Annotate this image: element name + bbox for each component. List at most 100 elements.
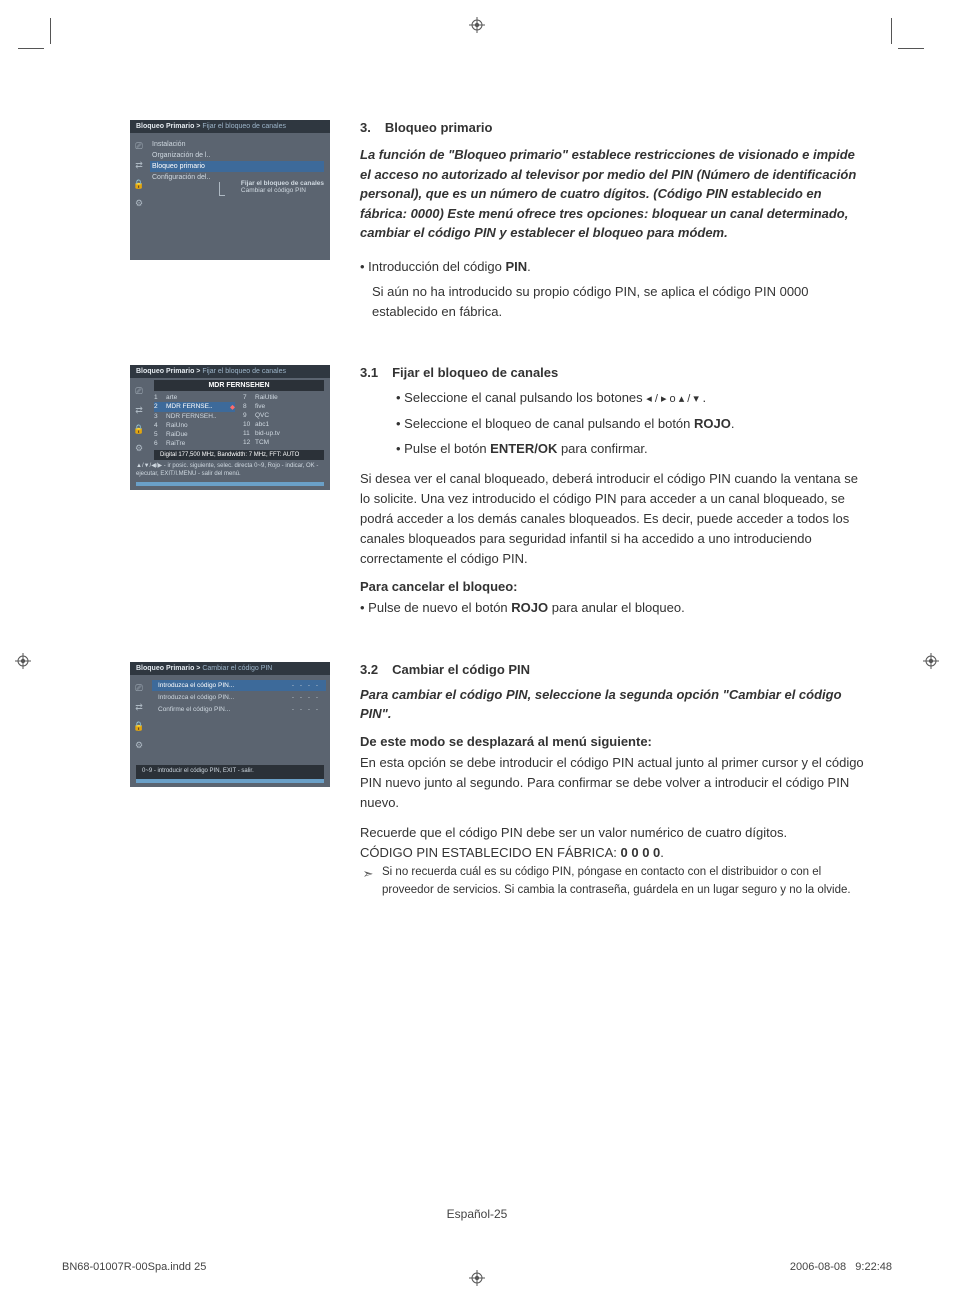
channel-row: 8five (243, 402, 324, 411)
crop-mark (891, 18, 892, 44)
screenshot-footer-hint: 0~9 - introducir el código PIN, EXIT - s… (136, 765, 324, 779)
factory-pin-pre: CÓDIGO PIN ESTABLECIDO EN FÁBRICA: (360, 845, 621, 860)
bullet-text: • Seleccione el canal pulsando los boton… (396, 390, 646, 405)
screenshot-icon-column: ⎚ ⇄ 🔒 ⚙ (130, 378, 148, 460)
bullet-text: para confirmar. (557, 441, 647, 456)
factory-pin-line: CÓDIGO PIN ESTABLECIDO EN FÁBRICA: 0 0 0… (360, 845, 864, 860)
bullet-bold: ENTER/OK (490, 441, 557, 456)
registration-icon (468, 17, 486, 35)
bullet-line: • Introducción del código PIN. (360, 257, 864, 277)
submenu-connector (219, 182, 225, 196)
bullet-text-bold: PIN (505, 259, 527, 274)
paragraph: En esta opción se debe introducir el cód… (360, 753, 864, 813)
bullet-text: • Pulse de nuevo el botón (360, 600, 511, 615)
nav-arrows-icon: ◂ / ▸ o ▴ / ▾ (646, 393, 699, 405)
subsection-title: Cambiar el código PIN (392, 662, 530, 677)
menu-item-selected: Bloqueo primario (150, 161, 324, 172)
screenshot-change-pin: Bloqueo Primario > Cambiar el código PIN… (130, 662, 330, 787)
registration-icon (922, 653, 940, 671)
channel-row: 3NDR FERNSEH.. (154, 412, 235, 421)
screenshot-bottom-bar (136, 779, 324, 783)
note-row: ➣ Si no recuerda cuál es su código PIN, … (360, 864, 864, 899)
channel-row: 5RaiDue (154, 430, 235, 439)
subsection-intro: Para cambiar el código PIN, seleccione l… (360, 685, 864, 724)
registration-icon (14, 653, 32, 671)
submenu-item: Fijar el bloqueo de canales (241, 180, 324, 187)
screenshot-bottom-bar (136, 482, 324, 486)
registration-icon (468, 1270, 486, 1288)
gear-icon: ⚙ (135, 443, 143, 454)
pin-entry-row: Confirme el código PIN...- - - - (152, 704, 326, 715)
bullet-bold: ROJO (511, 600, 548, 615)
gear-icon: ⚙ (135, 740, 143, 751)
install-icon: ⎚ (135, 141, 142, 152)
channel-row: 6RaiTre (154, 439, 235, 448)
list-icon: ⇄ (135, 160, 143, 171)
breadcrumb-main: Bloqueo Primario > (136, 665, 202, 672)
channel-row: 2MDR FERNSE..◆ (154, 402, 235, 412)
bullet-text: • Seleccione el bloqueo de canal pulsand… (396, 416, 694, 431)
bullet-line: • Pulse de nuevo el botón ROJO para anul… (360, 598, 864, 618)
gear-icon: ⚙ (135, 198, 143, 209)
sub-heading: De este modo se desplazará al menú sigui… (360, 734, 864, 749)
screenshot-footer-hint: ▲/▼/◀/▶ - ir posic. siguiente, selec. di… (130, 460, 330, 482)
channel-row: 10abc1 (243, 420, 324, 429)
breadcrumb-sub: Fijar el bloqueo de canales (202, 368, 286, 375)
submenu-block: Fijar el bloqueo de canales Cambiar el c… (241, 180, 324, 194)
subsection-title: Fijar el bloqueo de canales (392, 365, 558, 380)
bullet-text: para anular el bloqueo. (548, 600, 685, 615)
install-icon: ⎚ (135, 386, 142, 397)
factory-pin-post: . (660, 845, 664, 860)
menu-item: Organización de l.. (150, 150, 324, 161)
screenshot-breadcrumb: Bloqueo Primario > Fijar el bloqueo de c… (130, 365, 330, 378)
paragraph: Recuerde que el código PIN debe ser un v… (360, 823, 864, 843)
subsection-number: 3.1 (360, 365, 378, 380)
list-icon: ⇄ (135, 405, 143, 416)
bullet-line: • Seleccione el canal pulsando los boton… (396, 388, 864, 408)
screenshot-icon-column: ⎚ ⇄ 🔒 ⚙ (130, 137, 148, 229)
bullet-text: . (699, 390, 706, 405)
lock-icon: 🔒 (133, 721, 144, 732)
footer-timestamp: 2006-08-08 9:22:48 (790, 1261, 892, 1273)
section-number: 3. (360, 120, 371, 135)
submenu-item: Cambiar el código PIN (241, 187, 324, 194)
subsection-heading: 3.2 Cambiar el código PIN (360, 662, 864, 677)
lock-icon: 🔒 (133, 424, 144, 435)
screenshot-channel-lock: Bloqueo Primario > Fijar el bloqueo de c… (130, 365, 330, 490)
bullet-continuation: Si aún no ha introducido su propio códig… (360, 282, 864, 321)
channel-row: 11bid-up.tv (243, 429, 324, 438)
section-title: Bloqueo primario (385, 120, 493, 135)
page-number-label: Español-25 (0, 1207, 954, 1221)
bullet-line: • Pulse el botón ENTER/OK para confirmar… (396, 439, 864, 459)
channel-row: 1arte (154, 393, 235, 402)
note-arrow-icon: ➣ (360, 864, 376, 899)
bullet-text-pre: • Introducción del código (360, 259, 505, 274)
subsection-heading: 3.1 Fijar el bloqueo de canales (360, 365, 864, 380)
bullet-bold: ROJO (694, 416, 731, 431)
pin-entry-row: Introduzca el código PIN...- - - - (152, 680, 326, 691)
bullet-text: . (731, 416, 735, 431)
paragraph: Si desea ver el canal bloqueado, deberá … (360, 469, 864, 570)
note-text: Si no recuerda cuál es su código PIN, pó… (382, 864, 864, 899)
screenshot-icon-column: ⎚ ⇄ 🔒 ⚙ (130, 675, 148, 765)
section-intro: La función de "Bloqueo primario" estable… (360, 145, 864, 243)
footer-date: 2006-08-08 (790, 1261, 846, 1273)
screenshot-breadcrumb: Bloqueo Primario > Fijar el bloqueo de c… (130, 120, 330, 133)
install-icon: ⎚ (135, 683, 142, 694)
breadcrumb-main: Bloqueo Primario > (136, 123, 202, 130)
crop-mark (50, 18, 51, 44)
crop-mark (18, 48, 44, 49)
factory-pin-value: 0 0 0 0 (621, 845, 661, 860)
subsection-number: 3.2 (360, 662, 378, 677)
section-heading: 3. Bloqueo primario (360, 120, 864, 135)
page-content: Bloqueo Primario > Fijar el bloqueo de c… (130, 120, 864, 1215)
channel-info-bar: Digital 177,500 MHz, Bandwidth: 7 MHz, F… (154, 450, 324, 460)
lock-icon: 🔒 (133, 179, 144, 190)
channel-grid: 1arte2MDR FERNSE..◆3NDR FERNSEH..4RaiUno… (148, 391, 330, 450)
bullet-line: • Seleccione el bloqueo de canal pulsand… (396, 414, 864, 434)
bullet-text: • Pulse el botón (396, 441, 490, 456)
breadcrumb-sub: Cambiar el código PIN (202, 665, 272, 672)
breadcrumb-sub: Fijar el bloqueo de canales (202, 123, 286, 130)
cancel-heading: Para cancelar el bloqueo: (360, 579, 864, 594)
channel-row: 12TCM (243, 438, 324, 447)
